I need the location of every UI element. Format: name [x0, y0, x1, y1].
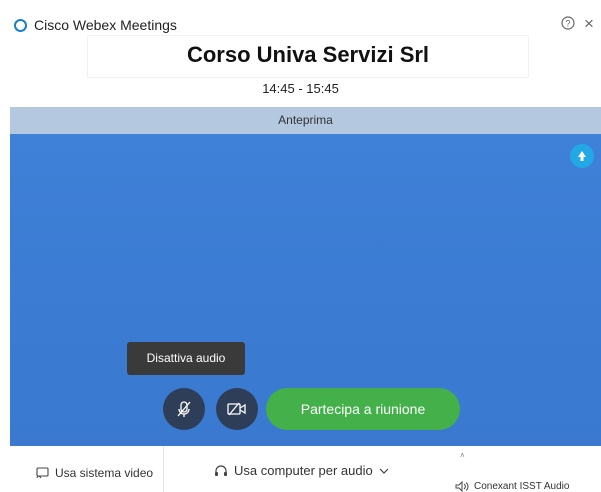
meeting-title-box: Corso Univa Servizi Srl — [88, 36, 528, 77]
chevron-down-icon — [379, 467, 389, 475]
title-bar: Cisco Webex Meetings ? × — [0, 0, 601, 40]
cast-icon — [36, 467, 49, 479]
mute-button[interactable] — [163, 388, 205, 430]
webex-logo-icon — [14, 19, 27, 32]
speaker-label: Conexant ISST Audio — [474, 481, 570, 492]
close-icon[interactable]: × — [584, 14, 594, 34]
mic-muted-icon — [174, 399, 194, 419]
help-icon[interactable]: ? — [561, 16, 575, 30]
speaker-selector[interactable]: Conexant ISST Audio — [455, 481, 569, 492]
headset-icon — [214, 464, 228, 478]
mute-tooltip: Disattiva audio — [127, 342, 245, 375]
meeting-time: 14:45 - 15:45 — [262, 81, 339, 96]
background-icon[interactable] — [570, 144, 594, 168]
audio-option-label: Usa computer per audio — [234, 463, 373, 478]
preview-bar: Anteprima — [10, 107, 601, 134]
caret-up-icon[interactable]: ˄ — [460, 451, 465, 460]
preview-label: Anteprima — [278, 113, 333, 127]
audio-option-dropdown[interactable]: Usa computer per audio — [214, 463, 389, 478]
speaker-icon — [455, 481, 469, 492]
camera-off-icon — [226, 400, 248, 418]
video-button[interactable] — [216, 388, 258, 430]
divider — [163, 446, 164, 492]
meeting-title: Corso Univa Servizi Srl — [186, 42, 430, 67]
svg-text:?: ? — [565, 19, 570, 29]
app-title: Cisco Webex Meetings — [34, 17, 177, 33]
video-system-label: Usa sistema video — [55, 466, 154, 480]
join-meeting-button[interactable]: Partecipa a riunione — [266, 388, 460, 430]
video-system-option[interactable]: Usa sistema video — [36, 466, 153, 480]
